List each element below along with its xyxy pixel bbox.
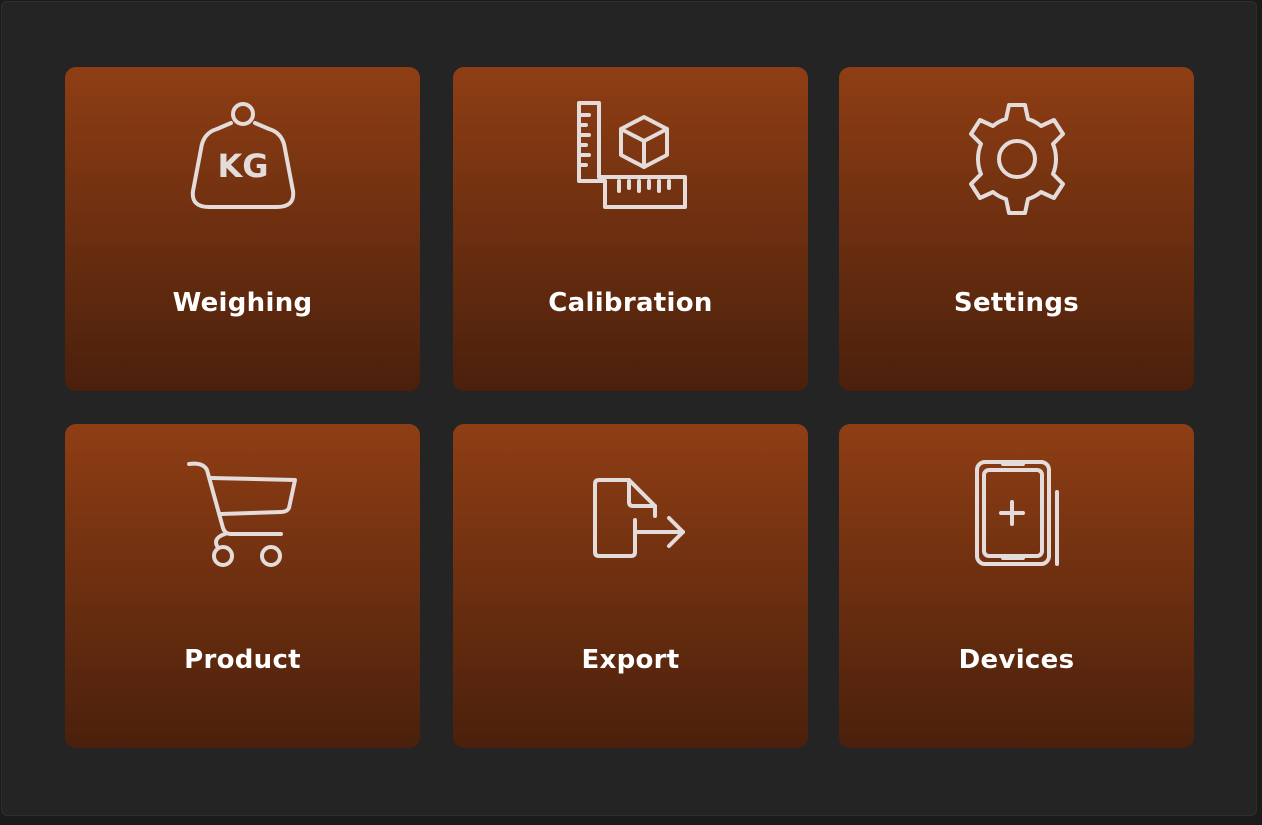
menu-grid: KG Weighing Calibration Settings Product…: [2, 2, 1256, 815]
tile-label: Export: [581, 645, 680, 675]
main-window: KG Weighing Calibration Settings Product…: [1, 1, 1257, 816]
svg-text:KG: KG: [217, 147, 268, 185]
tile-label: Settings: [953, 288, 1080, 318]
tile-product[interactable]: Product: [65, 424, 420, 748]
shopping-cart-icon: [183, 456, 303, 576]
tile-weighing[interactable]: KG Weighing: [65, 67, 420, 391]
weight-kg-icon: KG: [183, 99, 303, 219]
gear-icon: [957, 99, 1077, 219]
tile-label: Weighing: [172, 288, 313, 318]
ruler-box-icon: [571, 99, 691, 219]
tile-settings[interactable]: Settings: [839, 67, 1194, 391]
tablet-add-icon: [957, 456, 1077, 576]
tile-label: Product: [184, 645, 301, 675]
tile-calibration[interactable]: Calibration: [453, 67, 808, 391]
file-export-icon: [571, 456, 691, 576]
tile-label: Calibration: [548, 288, 713, 318]
tile-export[interactable]: Export: [453, 424, 808, 748]
tile-label: Devices: [958, 645, 1075, 675]
tile-devices[interactable]: Devices: [839, 424, 1194, 748]
